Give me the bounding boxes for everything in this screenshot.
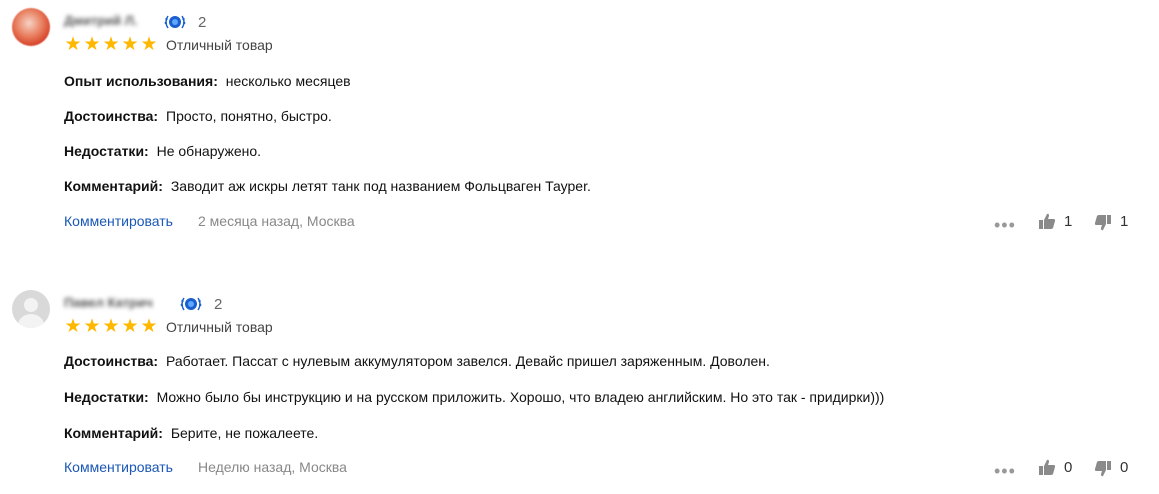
field-label: Опыт использования: (64, 73, 218, 89)
field-label: Достоинства: (64, 353, 159, 369)
thumbs-up-icon[interactable] (1038, 212, 1056, 230)
field-value: Не обнаружено. (156, 143, 262, 159)
field-value: Просто, понятно, быстро. (166, 108, 332, 124)
avatar[interactable] (12, 8, 50, 46)
review-date-location: 2 месяца назад, Москва (198, 213, 355, 229)
star-icon: ★ (121, 34, 139, 55)
comment-link[interactable]: Комментировать (64, 459, 173, 475)
dislike-count: 1 (1120, 213, 1129, 230)
review-card: Дмитрий Л. 2 ★ ★ ★ ★ ★ Отличный товар Оп… (0, 0, 1159, 250)
star-icon: ★ (64, 34, 82, 55)
more-dots-icon[interactable]: ••• (994, 216, 1016, 234)
field-value: Можно было бы инструкцию и на русском пр… (156, 389, 885, 405)
like-count: 1 (1064, 213, 1073, 230)
more-dots-icon[interactable]: ••• (994, 462, 1016, 480)
review-field-cons: Недостатки: Не обнаружено. (64, 143, 261, 159)
comment-link[interactable]: Комментировать (64, 213, 173, 229)
field-label: Комментарий: (64, 178, 163, 194)
review-date-location: Неделю назад, Москва (198, 459, 347, 475)
badge-count: 2 (198, 14, 207, 31)
like-count: 0 (1064, 459, 1073, 476)
rating-text: Отличный товар (166, 319, 273, 335)
dislike-count: 0 (1120, 459, 1129, 476)
review-field-pros: Достоинства: Работает. Пассат с нулевым … (64, 353, 770, 369)
laurel-badge-icon (180, 297, 202, 311)
laurel-badge-icon (164, 15, 186, 29)
star-icon: ★ (121, 316, 139, 337)
review-card: Павел Катрич 2 ★ ★ ★ ★ ★ Отличный товар … (0, 280, 1159, 494)
field-value: Заводит аж искры летят танк под название… (170, 178, 591, 194)
rating-stars: ★ ★ ★ ★ ★ (64, 34, 158, 55)
star-icon: ★ (102, 316, 120, 337)
avatar[interactable] (12, 290, 50, 328)
review-field-experience: Опыт использования: несколько месяцев (64, 73, 351, 89)
field-value: Берите, не пожалеете. (170, 425, 319, 441)
star-icon: ★ (102, 34, 120, 55)
field-label: Недостатки: (64, 143, 149, 159)
thumbs-down-icon[interactable] (1094, 214, 1112, 232)
review-field-comment: Комментарий: Заводит аж искры летят танк… (64, 178, 591, 194)
review-field-comment: Комментарий: Берите, не пожалеете. (64, 425, 318, 441)
field-label: Недостатки: (64, 389, 149, 405)
field-value: Работает. Пассат с нулевым аккумулятором… (166, 353, 770, 369)
star-icon: ★ (83, 316, 101, 337)
thumbs-down-icon[interactable] (1094, 460, 1112, 478)
review-field-pros: Достоинства: Просто, понятно, быстро. (64, 108, 332, 124)
star-icon: ★ (140, 34, 158, 55)
review-field-cons: Недостатки: Можно было бы инструкцию и н… (64, 389, 884, 405)
field-label: Достоинства: (64, 108, 159, 124)
rating-text: Отличный товар (166, 37, 273, 53)
star-icon: ★ (83, 34, 101, 55)
avatar-placeholder-head (24, 298, 38, 312)
rating-stars: ★ ★ ★ ★ ★ (64, 316, 158, 337)
star-icon: ★ (64, 316, 82, 337)
author-name[interactable]: Павел Катрич (64, 295, 153, 310)
field-value: несколько месяцев (225, 73, 351, 89)
author-name[interactable]: Дмитрий Л. (64, 13, 138, 28)
badge-count: 2 (214, 296, 223, 313)
star-icon: ★ (140, 316, 158, 337)
field-label: Комментарий: (64, 425, 163, 441)
avatar-placeholder-body (18, 314, 44, 328)
thumbs-up-icon[interactable] (1038, 458, 1056, 476)
